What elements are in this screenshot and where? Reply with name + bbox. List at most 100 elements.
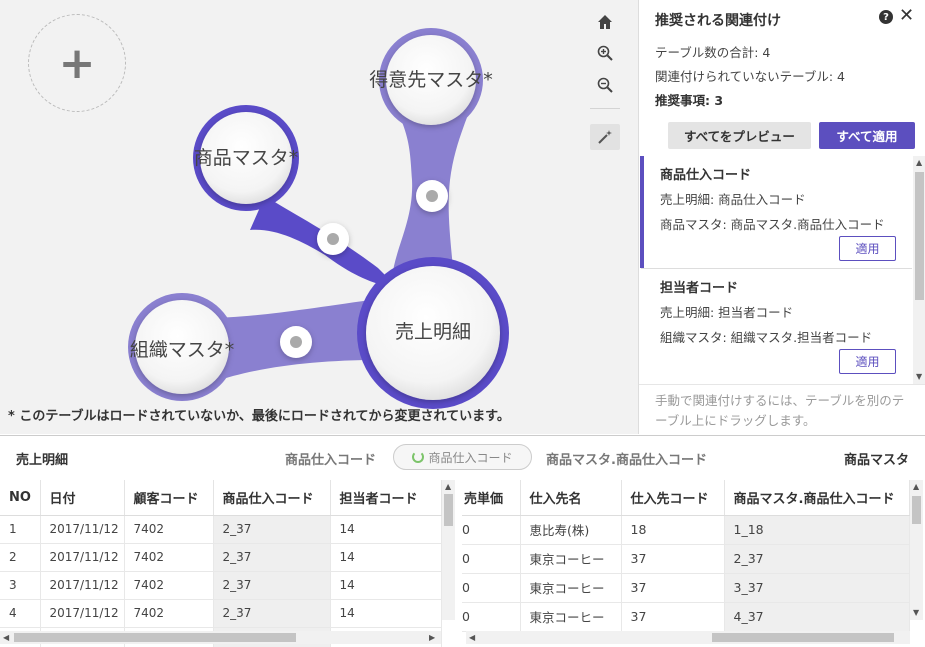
link-knob-customer[interactable] [416,180,448,212]
column-header[interactable]: 日付 [40,480,125,516]
table-cell: 2_37 [213,515,331,544]
bubble-label-org: 組織マスタ* [130,339,235,361]
table-cell: 2_37 [213,571,331,600]
recommendation-title: 商品仕入コード [660,168,752,183]
zoom-out-icon [597,77,613,93]
modified-footnote: * このテーブルはロードされていないか、最後にロードされてから変更されています。 [8,409,510,424]
right-table-hscroll[interactable]: ◀ [466,631,910,644]
right-preview-table: 売単価 仕入先名 仕入先コード 商品マスタ.商品仕入コード 0 恵比寿(株) 1… [462,480,925,647]
table-row: 1 2017/11/12 7402 2_37 14 [0,515,442,544]
bubble-label-product: 商品マスタ* [194,147,299,169]
table-row: 0 東京コーヒー 37 2_37 [462,544,910,574]
apply-recommendation-button[interactable]: 適用 [839,349,896,374]
column-header[interactable]: 担当者コード [330,480,442,516]
table-row: 0 東京コーヒー 37 4_37 [462,602,910,632]
table-row: 0 恵比寿(株) 18 1_18 [462,515,910,545]
left-table-vscroll[interactable]: ▲ [442,480,455,620]
recommendation-list: 商品仕入コード 売上明細: 商品仕入コード 商品マスタ: 商品マスタ.商品仕入コ… [640,156,912,384]
table-row: 2 2017/11/12 7402 2_37 14 [0,543,442,572]
column-header[interactable]: NO [0,480,41,516]
association-key-pill[interactable]: 商品仕入コード [393,444,532,470]
column-header[interactable]: 仕入先コード [621,480,725,516]
scroll-down-icon[interactable]: ▼ [916,372,922,381]
panel-scroll-thumb[interactable] [915,172,924,300]
column-header[interactable]: 売単価 [462,480,521,516]
table-cell: 0 [462,515,521,545]
table-cell: 東京コーヒー [520,544,622,574]
scroll-up-icon[interactable]: ▲ [445,482,451,491]
table-cell: 7402 [124,571,214,600]
bubble-label-customer: 得意先マスタ* [369,69,493,91]
scroll-up-icon[interactable]: ▲ [913,482,919,491]
help-icon[interactable]: ? [879,10,893,24]
recommendation-title: 担当者コード [660,281,739,296]
loading-spinner-icon [412,451,425,463]
column-header[interactable]: 商品仕入コード [213,480,331,516]
table-cell: 4_37 [724,602,910,632]
table-cell: 2017/11/12 [40,599,125,628]
table-cell: 1 [0,515,41,544]
apply-recommendation-button[interactable]: 適用 [839,236,896,261]
table-cell: 0 [462,573,521,603]
table-cell: 東京コーヒー [520,573,622,603]
zoom-in-icon [597,45,613,61]
link-knob-org[interactable] [280,326,312,358]
table-cell: 37 [621,544,725,574]
table-cell: 7402 [124,599,214,628]
home-button[interactable] [590,9,620,35]
recommended-associations-panel: 推奨される関連付け ? ✕ テーブル数の合計: 4 関連付けられていないテーブル… [638,0,925,434]
zoom-out-button[interactable] [590,72,620,98]
scroll-right-icon[interactable]: ▶ [429,633,435,642]
recommendation-source: 売上明細: 商品仕入コード [660,192,806,207]
table-row: 0 東京コーヒー 37 3_37 [462,573,910,603]
preview-left-key: 商品仕入コード [285,453,377,468]
preview-all-button[interactable]: すべてをプレビュー [668,122,811,149]
add-table-button[interactable]: + [28,14,126,112]
left-table-hscroll-thumb[interactable] [14,633,296,642]
table-cell: 3 [0,571,41,600]
table-cell: 2017/11/12 [40,571,125,600]
table-cell: 14 [330,543,442,572]
scroll-left-icon[interactable]: ◀ [3,633,9,642]
right-table-hscroll-thumb[interactable] [712,633,894,642]
table-cell: 14 [330,515,442,544]
left-table-hscroll[interactable]: ◀ ▶ [0,631,441,644]
recommend-associations-button[interactable] [590,124,620,150]
left-table-vscroll-thumb[interactable] [444,494,453,526]
table-cell: 2_37 [724,544,910,574]
right-table-vscroll-thumb[interactable] [912,496,921,524]
association-canvas[interactable]: 得意先マスタ* 商品マスタ* 組織マスタ* 売上明細 + * このテーブルはロー… [0,0,638,434]
link-knob-product[interactable] [317,223,349,255]
recommendation-item[interactable]: 商品仕入コード 売上明細: 商品仕入コード 商品マスタ: 商品マスタ.商品仕入コ… [640,156,912,268]
table-cell: 14 [330,599,442,628]
scroll-down-icon[interactable]: ▼ [913,608,919,617]
close-icon[interactable]: ✕ [899,6,914,26]
table-cell: 2017/11/12 [40,543,125,572]
scroll-left-icon[interactable]: ◀ [469,633,475,642]
table-cell: 3_37 [724,573,910,603]
preview-right-key: 商品マスタ.商品仕入コード [546,453,707,468]
table-row: 4 2017/11/12 7402 2_37 14 [0,599,442,628]
table-cell: 2 [0,543,41,572]
table-cell: 2_37 [213,543,331,572]
bubble-label-center: 売上明細 [395,321,471,343]
column-header[interactable]: 仕入先名 [520,480,622,516]
toolbar-divider [590,108,620,109]
table-cell: 0 [462,544,521,574]
manual-association-hint: 手動で関連付けするには、テーブルを別のテーブル上にドラッグします。 [639,384,925,434]
panel-scrollbar[interactable]: ▲ ▼ [913,156,925,384]
recommendation-item[interactable]: 担当者コード 売上明細: 担当者コード 組織マスタ: 組織マスタ.担当者コード … [640,269,912,384]
scroll-up-icon[interactable]: ▲ [916,158,922,167]
table-cell: 東京コーヒー [520,602,622,632]
column-header[interactable]: 商品マスタ.商品仕入コード [724,480,910,516]
stat-total-tables: テーブル数の合計: 4 [655,45,771,60]
apply-all-button[interactable]: すべて適用 [819,122,915,149]
recommendation-source: 売上明細: 担当者コード [660,305,794,320]
column-header[interactable]: 顧客コード [124,480,214,516]
right-table-vscroll[interactable]: ▲ ▼ [910,480,923,620]
table-cell: 0 [462,602,521,632]
table-cell: 18 [621,515,725,545]
table-cell: 37 [621,602,725,632]
table-cell: 1_18 [724,515,910,545]
zoom-in-button[interactable] [590,40,620,66]
